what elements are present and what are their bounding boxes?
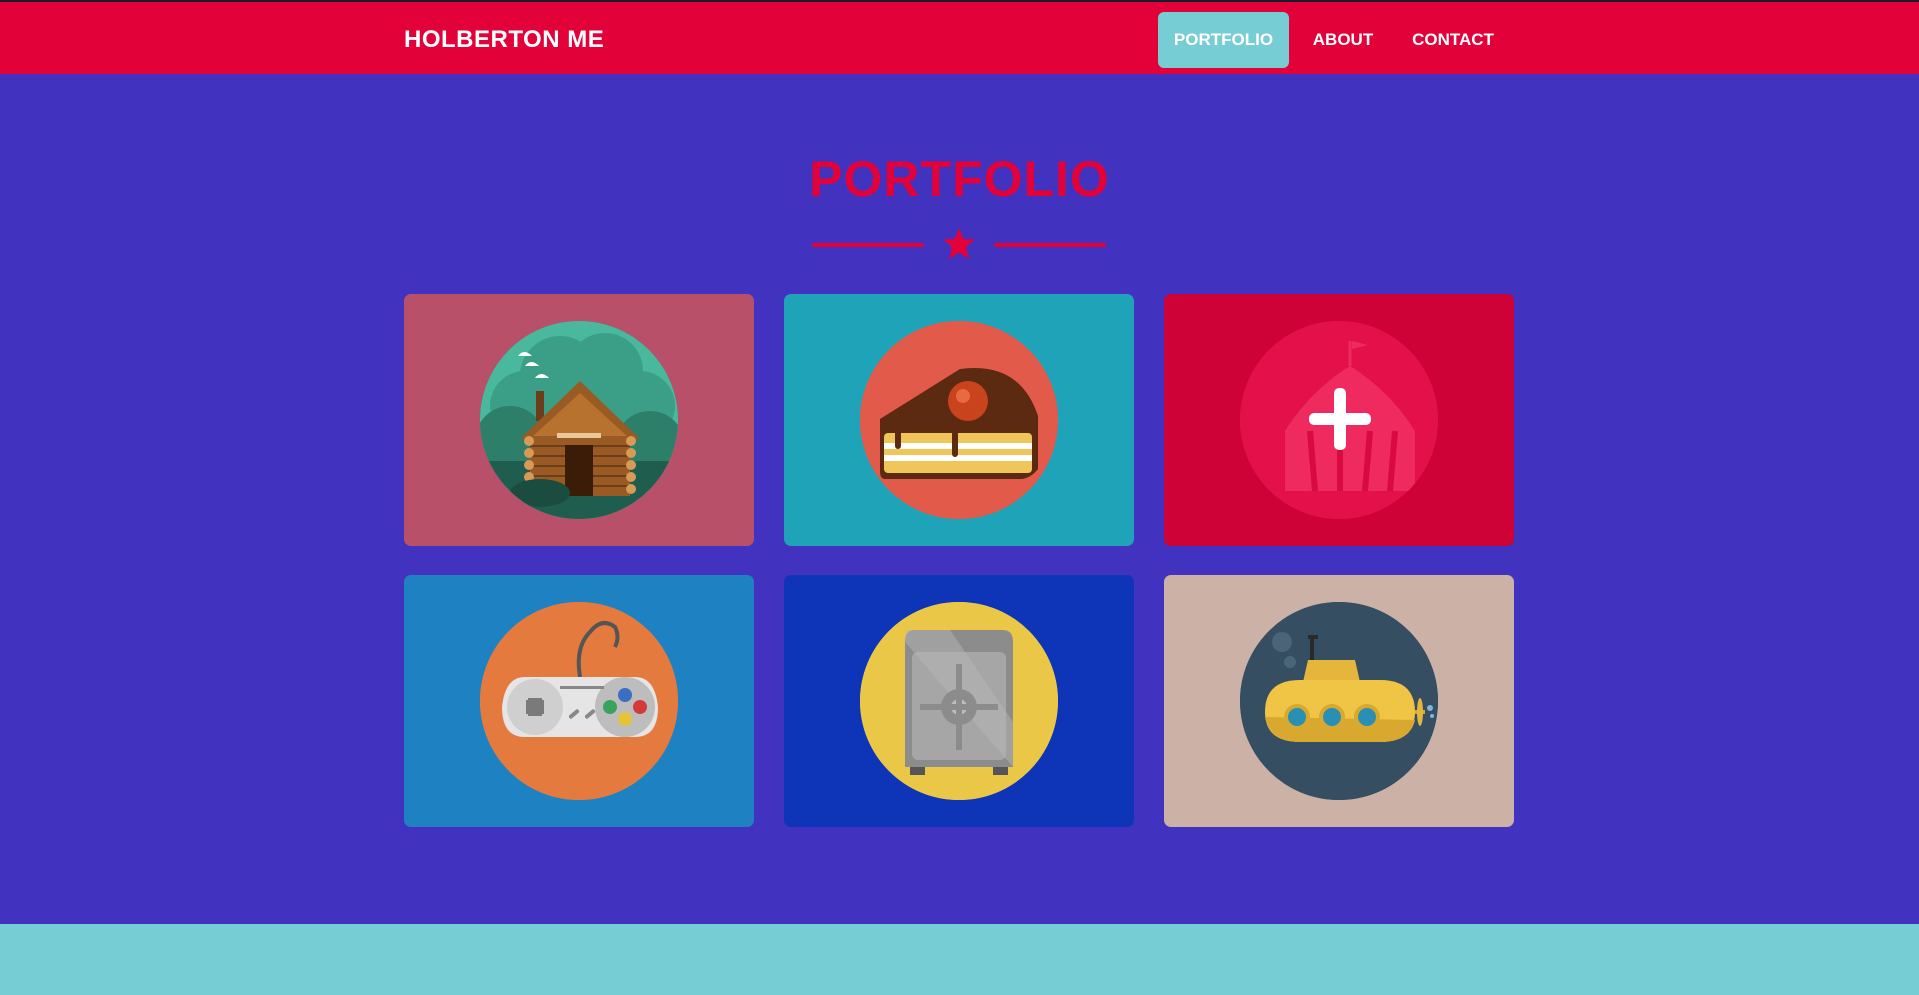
- portfolio-card-submarine[interactable]: [1164, 575, 1514, 827]
- portfolio-card-cake[interactable]: [784, 294, 1134, 546]
- safe-icon: [860, 602, 1058, 800]
- portfolio-card-circle: [480, 602, 678, 800]
- divider-line-right: [994, 243, 1106, 247]
- portfolio-card-circus-tent[interactable]: [1164, 294, 1514, 546]
- navbar: HOLBERTON ME PORTFOLIO ABOUT CONTACT: [0, 0, 1919, 74]
- footer: [0, 924, 1919, 995]
- divider-line-left: [812, 243, 924, 247]
- submarine-icon: [1240, 602, 1438, 800]
- nav-item-contact[interactable]: CONTACT: [1400, 12, 1506, 68]
- cabin-icon: [480, 321, 678, 519]
- cake-icon: [860, 321, 1058, 519]
- portfolio-card-circle: [1240, 602, 1438, 800]
- game-controller-icon: [480, 602, 678, 800]
- star-icon: [943, 228, 975, 259]
- portfolio-card-circle: [860, 602, 1058, 800]
- portfolio-title: PORTFOLIO: [809, 151, 1110, 207]
- portfolio-card-circle: [860, 321, 1058, 519]
- plus-icon: [1309, 388, 1371, 450]
- nav-item-about[interactable]: ABOUT: [1298, 12, 1388, 68]
- brand-logo[interactable]: HOLBERTON ME: [404, 26, 604, 54]
- nav-item-portfolio[interactable]: PORTFOLIO: [1158, 12, 1289, 68]
- portfolio-card-circle: [480, 321, 678, 519]
- portfolio-card-cabin[interactable]: [404, 294, 754, 546]
- portfolio-card-safe[interactable]: [784, 575, 1134, 827]
- portfolio-card-game-controller[interactable]: [404, 575, 754, 827]
